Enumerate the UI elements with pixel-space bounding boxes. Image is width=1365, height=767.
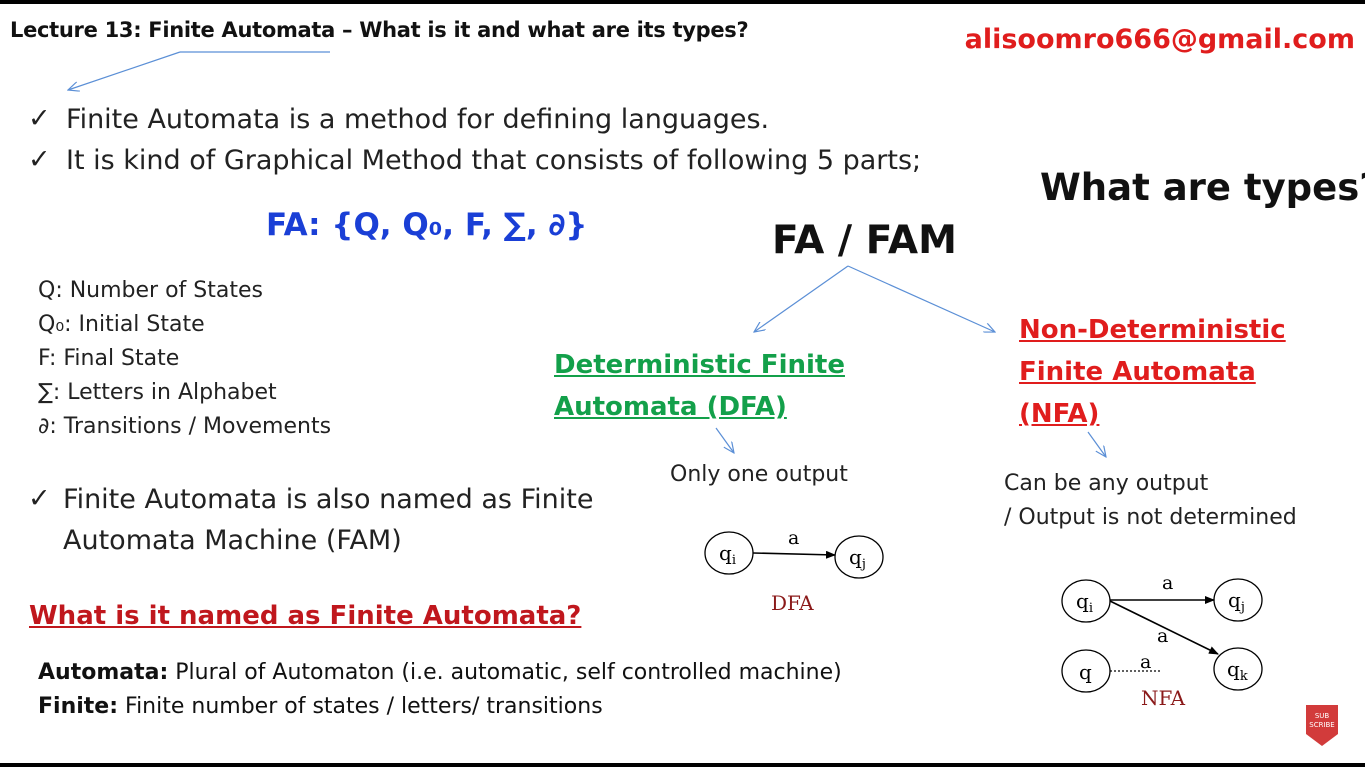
subscribe-badge-icon[interactable]: SUB SCRIBE [1305, 704, 1339, 747]
nfa-to-output-arrow [1087, 431, 1106, 457]
nfa-symbol-1: a [1162, 572, 1173, 594]
dfa-transition-symbol: a [788, 527, 799, 549]
dfa-state-qi-label: qi [719, 541, 736, 568]
diagram-layer: qi qj a DFA qi qj qk q a a a NFA [0, 51, 1263, 710]
fam-to-dfa-arrow [754, 265, 849, 332]
dfa-transition [752, 550, 836, 559]
nfa-caption: NFA [1141, 686, 1186, 710]
svg-text:SUB: SUB [1315, 712, 1330, 720]
nfa-symbol-3: a [1140, 651, 1151, 673]
nfa-state-q-label: q [1079, 660, 1092, 684]
dfa-diagram: qi qj a DFA [704, 527, 884, 615]
dfa-to-output-arrow [715, 427, 734, 453]
fam-to-nfa-arrow [847, 265, 995, 332]
title-pointer-arrow [68, 51, 181, 90]
slide: Lecture 13: Finite Automata – What is it… [0, 4, 1365, 763]
svg-text:SCRIBE: SCRIBE [1309, 721, 1334, 729]
nfa-diagram: qi qj qk q a a a NFA [1061, 572, 1263, 710]
nfa-state-qj-label: qj [1228, 588, 1245, 615]
nfa-state-qi-label: qi [1076, 589, 1093, 616]
dfa-state-qj-label: qj [849, 545, 866, 572]
nfa-symbol-2: a [1157, 625, 1168, 647]
dfa-caption: DFA [771, 591, 814, 615]
nfa-state-qk-label: qk [1227, 657, 1248, 684]
